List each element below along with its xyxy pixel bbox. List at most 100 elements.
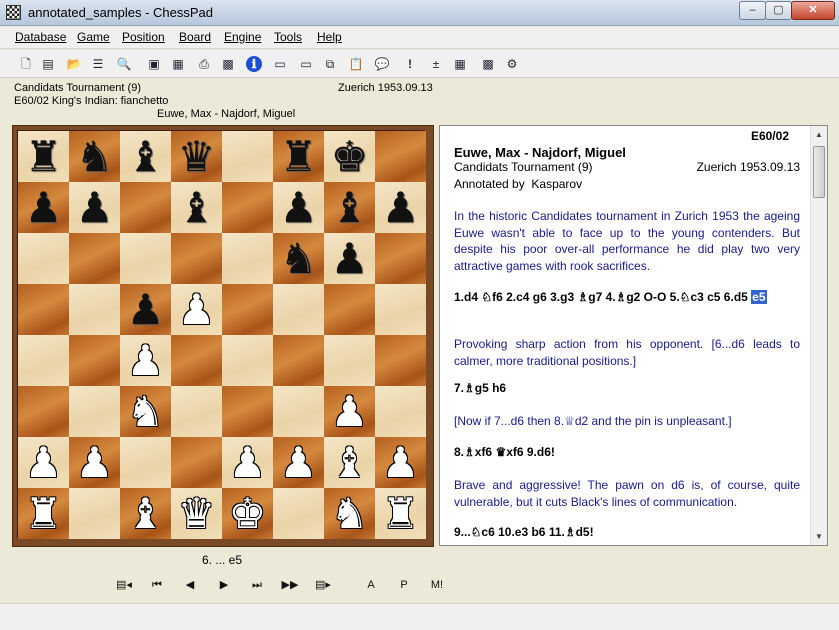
square-a6[interactable]: [18, 233, 69, 284]
menu-engine[interactable]: Engine: [224, 30, 261, 44]
scroll-up-arrow-icon[interactable]: ▲: [811, 126, 827, 143]
square-e3[interactable]: [222, 386, 273, 437]
square-b4[interactable]: [69, 335, 120, 386]
plus-minus-icon[interactable]: ±: [428, 56, 444, 72]
square-a3[interactable]: [18, 386, 69, 437]
menu-board[interactable]: Board: [179, 30, 211, 44]
white-bishop-icon[interactable]: ♝: [120, 488, 171, 539]
black-king-icon[interactable]: ♚: [324, 131, 375, 182]
square-a4[interactable]: [18, 335, 69, 386]
square-g4[interactable]: [324, 335, 375, 386]
new-file-icon[interactable]: 🗋: [18, 56, 34, 72]
current-move-highlight[interactable]: e5: [751, 290, 767, 304]
square-e7[interactable]: [222, 182, 273, 233]
square-e6[interactable]: [222, 233, 273, 284]
white-pawn-icon[interactable]: ♟: [273, 437, 324, 488]
comment-icon[interactable]: 💬: [374, 56, 390, 72]
print-board-icon[interactable]: ▩: [220, 56, 236, 72]
autoplay-icon[interactable]: ▶▶: [281, 577, 299, 593]
square-h5[interactable]: [375, 284, 426, 335]
black-pawn-icon[interactable]: ♟: [324, 233, 375, 284]
last-move-icon[interactable]: ⏭: [248, 577, 266, 593]
white-king-icon[interactable]: ♚: [222, 488, 273, 539]
white-pawn-icon[interactable]: ♟: [171, 284, 222, 335]
square-c7[interactable]: [120, 182, 171, 233]
notation-scrollbar[interactable]: ▲ ▼: [810, 126, 827, 545]
menu-database[interactable]: Database: [15, 30, 66, 44]
square-c2[interactable]: [120, 437, 171, 488]
first-move-icon[interactable]: ⏮: [148, 577, 166, 593]
move-line[interactable]: 9...♘c6 10.e3 b6 11.♗d5!: [454, 524, 800, 541]
black-knight-icon[interactable]: ♞: [273, 233, 324, 284]
annotation-comment[interactable]: [Now if 7...d6 then 8.♕d2 and the pin is…: [454, 413, 800, 430]
square-b5[interactable]: [69, 284, 120, 335]
new-game-icon[interactable]: ▤: [40, 56, 56, 72]
next-move-icon[interactable]: ▶: [215, 577, 233, 593]
previous-move-icon[interactable]: ◀: [181, 577, 199, 593]
scroll-down-arrow-icon[interactable]: ▼: [811, 528, 827, 545]
black-pawn-icon[interactable]: ♟: [69, 182, 120, 233]
move-line[interactable]: 8.♗xf6 ♛xf6 9.d6!: [454, 444, 800, 461]
square-f3[interactable]: [273, 386, 324, 437]
square-b3[interactable]: [69, 386, 120, 437]
copy-icon[interactable]: ⧉: [322, 56, 338, 72]
annotate-m-button[interactable]: M!: [428, 577, 446, 593]
print-icon[interactable]: ⎙: [196, 56, 212, 72]
paste-icon[interactable]: 📋: [348, 56, 364, 72]
annotation-comment[interactable]: In the historic Candidates tournament in…: [454, 208, 800, 274]
black-knight-icon[interactable]: ♞: [69, 131, 120, 182]
save-icon[interactable]: ▭: [272, 56, 288, 72]
move-line[interactable]: 1.d4 ♘f6 2.c4 g6 3.g3 ♗g7 4.♗g2 O-O 5.♘c…: [454, 289, 800, 306]
square-c6[interactable]: [120, 233, 171, 284]
white-pawn-icon[interactable]: ♟: [222, 437, 273, 488]
square-e8[interactable]: [222, 131, 273, 182]
white-rook-icon[interactable]: ♜: [375, 488, 426, 539]
white-knight-icon[interactable]: ♞: [120, 386, 171, 437]
info-icon[interactable]: ℹ: [246, 56, 262, 72]
black-bishop-icon[interactable]: ♝: [120, 131, 171, 182]
square-h6[interactable]: [375, 233, 426, 284]
black-pawn-icon[interactable]: ♟: [273, 182, 324, 233]
white-pawn-icon[interactable]: ♟: [120, 335, 171, 386]
white-pawn-icon[interactable]: ♟: [18, 437, 69, 488]
square-h8[interactable]: [375, 131, 426, 182]
game-list-icon[interactable]: ☰: [90, 56, 106, 72]
white-rook-icon[interactable]: ♜: [18, 488, 69, 539]
engine-icon[interactable]: ⚙: [504, 56, 520, 72]
white-bishop-icon[interactable]: ♝: [324, 437, 375, 488]
black-pawn-icon[interactable]: ♟: [120, 284, 171, 335]
square-d3[interactable]: [171, 386, 222, 437]
menu-position[interactable]: Position: [122, 30, 165, 44]
chess-board[interactable]: ♜ ♞ ♝ ♛ ♜ ♚ ♟ ♟ ♝ ♟ ♝ ♟ ♞ ♟ ♟ ♟ ♟ ♞ ♟ ♟ ♟ ♟ ♟ ♝ ♟ ♜ ♝ ♛ ♚ ♞ ♜: [17, 130, 426, 539]
variation-back-icon[interactable]: ▤◂: [115, 577, 133, 593]
maximize-button[interactable]: ▢: [765, 1, 792, 20]
annotate-p-button[interactable]: P: [395, 577, 413, 593]
square-b6[interactable]: [69, 233, 120, 284]
white-pawn-icon[interactable]: ♟: [324, 386, 375, 437]
square-h3[interactable]: [375, 386, 426, 437]
square-d2[interactable]: [171, 437, 222, 488]
menu-game[interactable]: Game: [77, 30, 110, 44]
white-knight-icon[interactable]: ♞: [324, 488, 375, 539]
board-style-icon[interactable]: ▩: [480, 56, 496, 72]
menu-help[interactable]: Help: [317, 30, 342, 44]
find-binoculars-icon[interactable]: 🔍: [116, 56, 132, 72]
square-a5[interactable]: [18, 284, 69, 335]
annotation-comment[interactable]: Brave and aggressive! The pawn on d6 is,…: [454, 477, 800, 510]
white-pawn-icon[interactable]: ♟: [69, 437, 120, 488]
square-e5[interactable]: [222, 284, 273, 335]
white-queen-icon[interactable]: ♛: [171, 488, 222, 539]
square-d6[interactable]: [171, 233, 222, 284]
square-h4[interactable]: [375, 335, 426, 386]
scroll-thumb[interactable]: [813, 146, 825, 198]
annotation-comment[interactable]: Provoking sharp action from his opponent…: [454, 336, 800, 369]
square-f5[interactable]: [273, 284, 324, 335]
minimize-button[interactable]: –: [739, 1, 766, 20]
move-line[interactable]: 7.♗g5 h6: [454, 380, 800, 397]
square-f4[interactable]: [273, 335, 324, 386]
notation-pane[interactable]: E60/02 Euwe, Max - Najdorf, Miguel Candi…: [439, 125, 828, 546]
black-bishop-icon[interactable]: ♝: [324, 182, 375, 233]
square-g5[interactable]: [324, 284, 375, 335]
black-queen-icon[interactable]: ♛: [171, 131, 222, 182]
black-bishop-icon[interactable]: ♝: [171, 182, 222, 233]
